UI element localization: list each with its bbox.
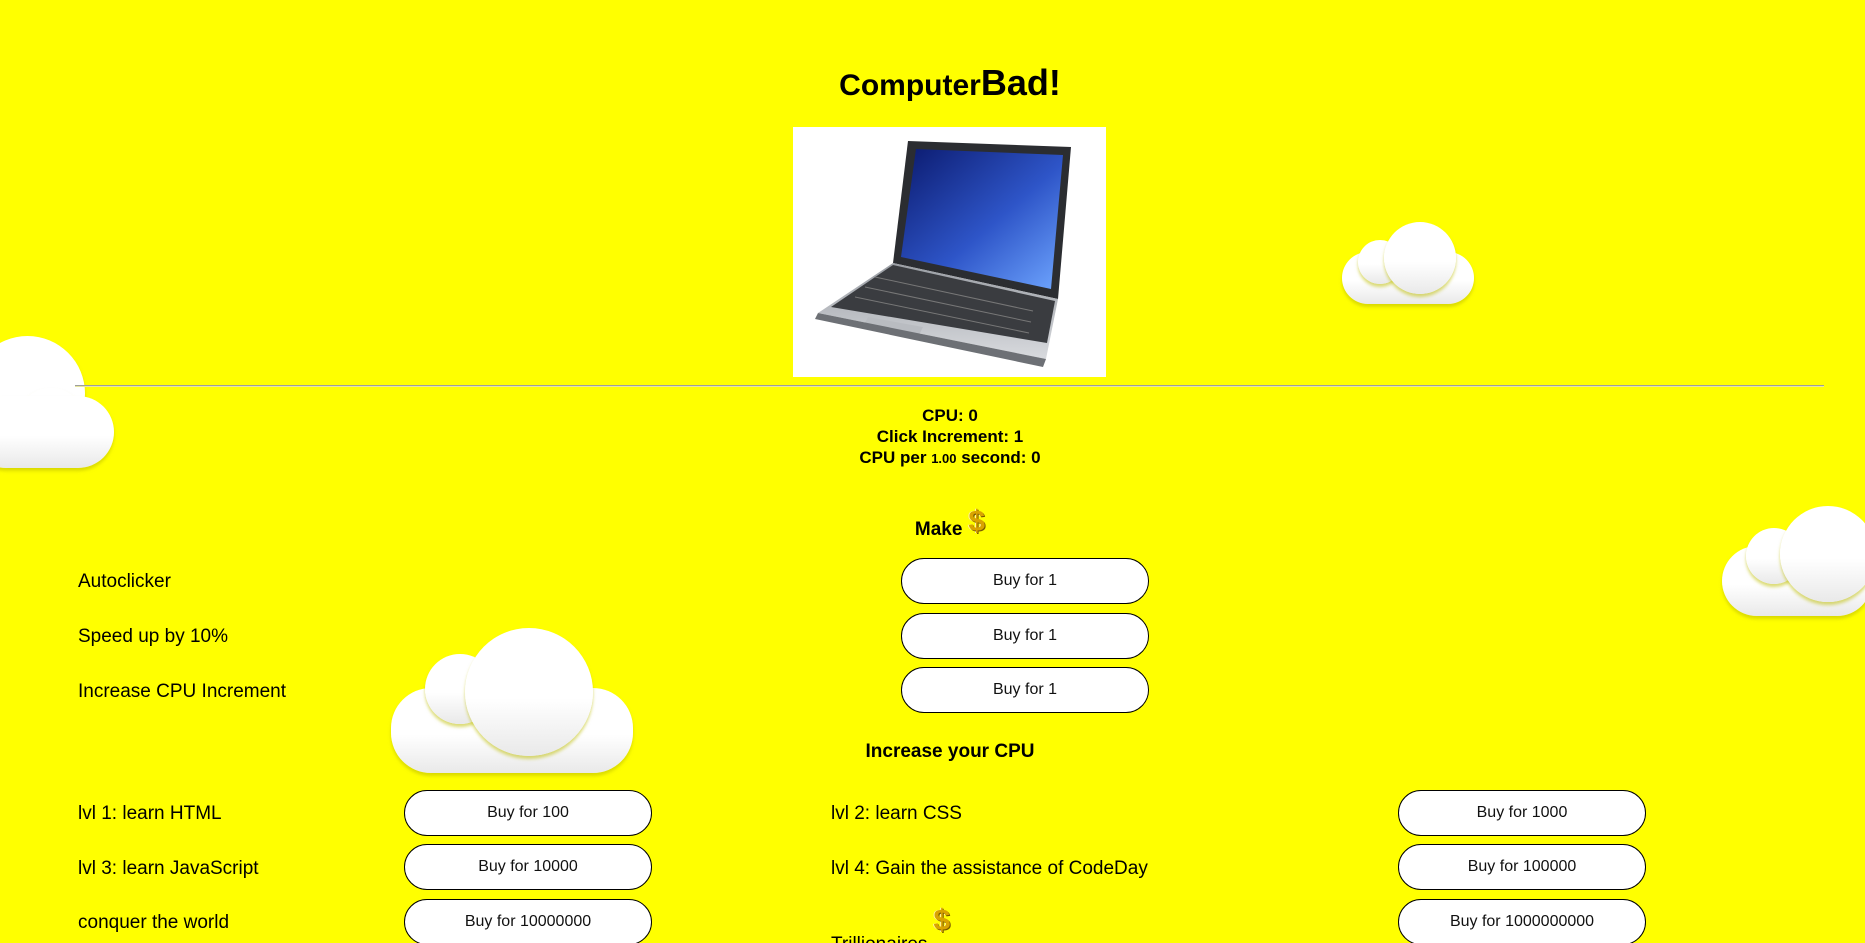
- dollar-icon: $: [968, 505, 986, 538]
- cpu-stat: CPU: 0: [922, 406, 978, 425]
- laptop-icon: [815, 141, 1071, 367]
- cpu-item-label: lvl 4: Gain the assistance of CodeDay: [831, 858, 1148, 879]
- dollar-icon: $: [933, 904, 951, 937]
- laptop-clickable-image[interactable]: [793, 127, 1106, 377]
- buy-lvl2-css-button[interactable]: Buy for 1000: [1398, 790, 1646, 836]
- buy-trillionaires-button[interactable]: Buy for 1000000000: [1398, 899, 1646, 943]
- buy-speed-up-button[interactable]: Buy for 1: [901, 613, 1149, 659]
- cpu-per-interval: 1.00: [931, 451, 957, 466]
- title-computer: Computer: [839, 69, 981, 102]
- buy-lvl4-codeday-button[interactable]: Buy for 100000: [1398, 844, 1646, 890]
- make-item-label: Increase CPU Increment: [78, 681, 287, 702]
- cpu-item-label: lvl 1: learn HTML: [78, 803, 222, 824]
- buy-lvl1-html-button[interactable]: Buy for 100: [404, 790, 652, 836]
- cpu-value: 0: [968, 406, 978, 425]
- make-heading: Make $: [914, 505, 986, 540]
- buy-autoclicker-button[interactable]: Buy for 1: [901, 558, 1149, 604]
- page-title: ComputerBad!: [0, 62, 1865, 104]
- click-increment-stat: Click Increment: 1: [876, 427, 1024, 446]
- title-bad: Bad!: [980, 62, 1061, 103]
- buy-conquer-world-button[interactable]: Buy for 10000000: [404, 899, 652, 943]
- cpu-item-label: conquer the world: [78, 912, 230, 933]
- make-item-label: Speed up by 10%: [78, 626, 229, 647]
- cpu-per-second-value: 0: [1031, 448, 1041, 467]
- cpu-item-label: lvl 2: learn CSS: [831, 803, 962, 824]
- increase-cpu-heading: Increase your CPU: [865, 741, 1035, 762]
- page: ComputerBad! CPU: 0 Click Increment: 1 C…: [0, 0, 1865, 943]
- buy-lvl3-javascript-button[interactable]: Buy for 10000: [404, 844, 652, 890]
- divider: [75, 385, 1824, 387]
- trillionaires-label: Trillionaires$: [831, 904, 950, 943]
- cloud-decoration: [1342, 222, 1477, 306]
- make-item-label: Autoclicker: [78, 571, 171, 592]
- stats-panel: CPU: 0 Click Increment: 1 CPU per 1.00 s…: [0, 405, 1865, 469]
- click-increment-value: 1: [1013, 427, 1024, 446]
- cpu-item-label: lvl 3: learn JavaScript: [78, 858, 259, 879]
- buy-cpu-increment-button[interactable]: Buy for 1: [901, 667, 1149, 713]
- cpu-per-second-stat: CPU per 1.00 second: 0: [859, 448, 1041, 467]
